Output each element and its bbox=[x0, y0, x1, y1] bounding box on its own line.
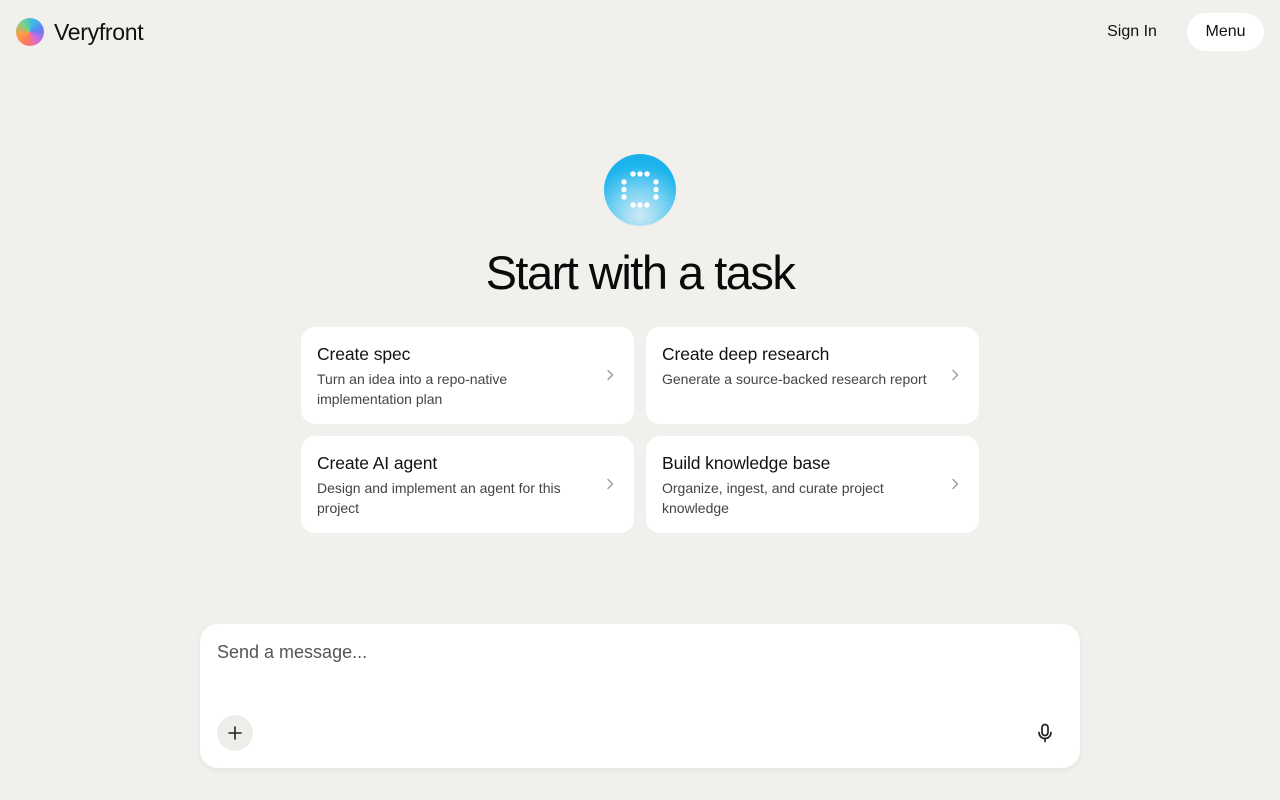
task-card-create-deep-research[interactable]: Create deep research Generate a source-b… bbox=[646, 327, 979, 424]
chevron-right-icon bbox=[607, 478, 614, 490]
task-grid: Create spec Turn an idea into a repo-nat… bbox=[301, 327, 979, 533]
message-composer bbox=[200, 624, 1080, 768]
plus-icon bbox=[228, 726, 242, 740]
task-card-description: Generate a source-backed research report bbox=[662, 371, 927, 387]
page-title: Start with a task bbox=[485, 246, 796, 299]
top-bar: Veryfront Sign In Menu bbox=[0, 0, 1280, 64]
chevron-right-icon bbox=[952, 369, 959, 381]
brand-home-link[interactable]: Veryfront bbox=[16, 17, 144, 47]
task-card-description: Organize, ingest, and curate project kno… bbox=[662, 480, 884, 516]
microphone-icon bbox=[1038, 723, 1052, 743]
message-input[interactable] bbox=[217, 638, 1057, 666]
sign-in-link[interactable]: Sign In bbox=[1092, 13, 1172, 51]
voice-input-button[interactable] bbox=[1027, 715, 1063, 751]
gradient-orb-logo-icon bbox=[16, 18, 44, 46]
task-card-title: Create spec bbox=[317, 344, 411, 364]
task-card-description: Turn an idea into a repo-native implemen… bbox=[317, 371, 508, 407]
menu-button[interactable]: Menu bbox=[1187, 13, 1264, 51]
task-card-title: Create AI agent bbox=[317, 453, 438, 473]
task-card-description: Design and implement an agent for this p… bbox=[317, 480, 561, 516]
dotted-square-icon bbox=[604, 154, 676, 226]
brand-name: Veryfront bbox=[54, 18, 144, 45]
task-card-create-spec[interactable]: Create spec Turn an idea into a repo-nat… bbox=[301, 327, 634, 424]
task-card-create-ai-agent[interactable]: Create AI agent Design and implement an … bbox=[301, 436, 634, 533]
task-card-build-knowledge-base[interactable]: Build knowledge base Organize, ingest, a… bbox=[646, 436, 979, 533]
chevron-right-icon bbox=[952, 478, 959, 490]
attach-button[interactable] bbox=[217, 715, 253, 751]
task-card-title: Create deep research bbox=[662, 344, 830, 364]
task-card-title: Build knowledge base bbox=[662, 453, 831, 473]
chevron-right-icon bbox=[607, 369, 614, 381]
